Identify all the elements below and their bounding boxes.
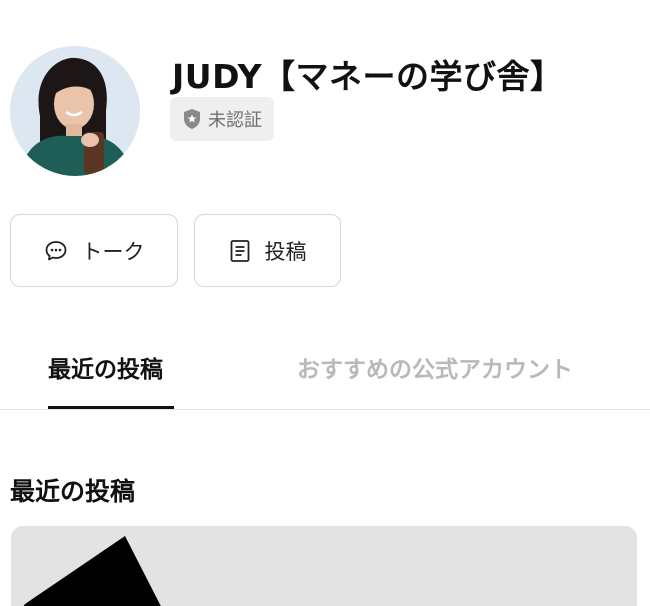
posts-button-label: 投稿 (264, 239, 307, 264)
talk-button[interactable]: トーク (10, 214, 178, 287)
speech-bubble-icon (45, 240, 66, 260)
verification-label: 未認証 (208, 110, 262, 131)
section-heading: 最近の投稿 (10, 477, 136, 506)
post-thumbnail (23, 536, 161, 606)
talk-button-label: トーク (81, 239, 145, 264)
shield-icon (184, 109, 200, 129)
document-icon (230, 239, 249, 262)
profile-page: JUDY【マネーの学び舎】 未認証 トーク 投稿 最近の投稿 おすすめの公式アカ… (0, 0, 650, 606)
profile-avatar[interactable] (10, 46, 140, 176)
verification-badge: 未認証 (170, 97, 274, 141)
tab-recent-posts[interactable]: 最近の投稿 (48, 350, 163, 384)
post-card[interactable] (11, 526, 637, 606)
posts-button[interactable]: 投稿 (194, 214, 341, 287)
avatar-image (10, 46, 140, 176)
tab-recommended-accounts[interactable]: おすすめの公式アカウント (297, 350, 573, 384)
profile-name: JUDY【マネーの学び舎】 (172, 57, 564, 96)
tab-divider (0, 409, 650, 410)
